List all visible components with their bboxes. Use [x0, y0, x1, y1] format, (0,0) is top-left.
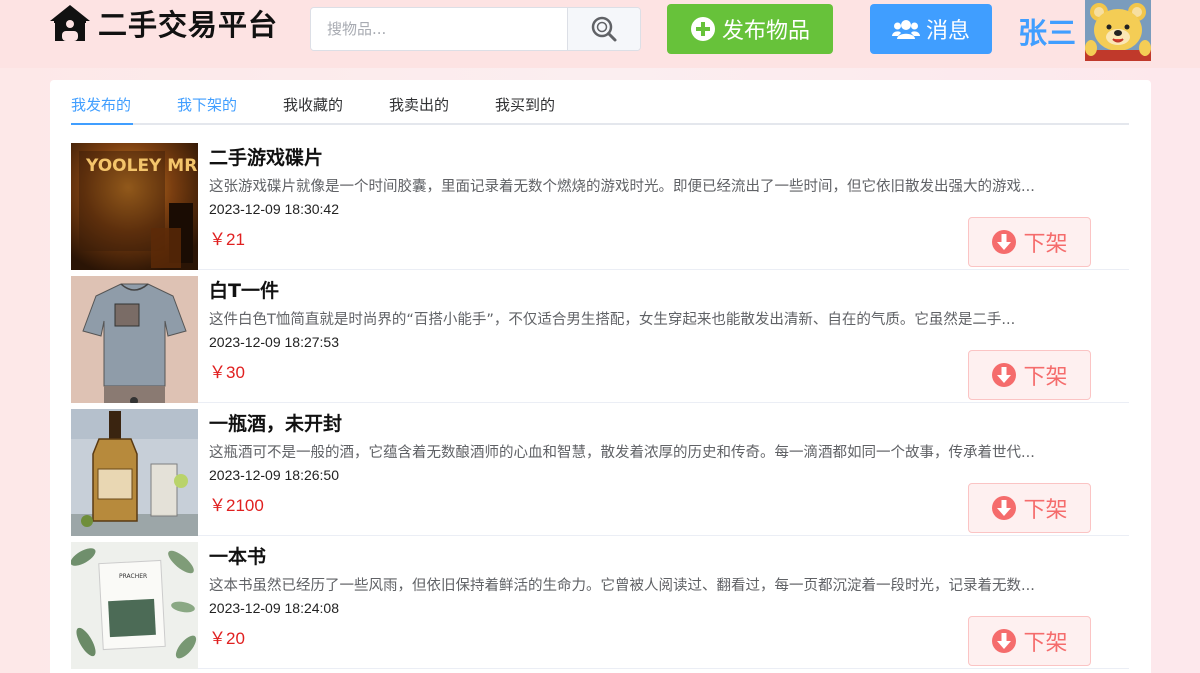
delist-button[interactable]: 下架	[968, 350, 1091, 400]
users-icon	[891, 20, 920, 39]
item-description: 这瓶酒可不是一般的酒，它蕴含着无数酿酒师的心血和智慧，散发着浓厚的历史和传奇。每…	[209, 445, 1035, 461]
item-thumbnail[interactable]: YOOLEY MRBIEM	[71, 143, 198, 270]
delist-button-label: 下架	[1023, 498, 1068, 523]
t-shirt-image	[71, 276, 198, 403]
item-timestamp: 2023-12-09 18:24:08	[209, 600, 339, 616]
search-button[interactable]	[567, 8, 640, 50]
delist-button[interactable]: 下架	[968, 483, 1091, 533]
delist-button-label: 下架	[1023, 232, 1068, 257]
list-item[interactable]: 白T一件 这件白色T恤简直就是时尚界的“百搭小能手”，不仅适合男生搭配，女生穿起…	[71, 270, 1129, 403]
item-price: ￥20	[209, 629, 245, 648]
download-circle-icon	[992, 496, 1017, 520]
tab-my-sold[interactable]: 我卖出的	[389, 94, 449, 115]
search-input[interactable]	[311, 8, 569, 50]
site-title: 二手交易平台	[98, 8, 279, 42]
item-title[interactable]: 一本书	[209, 542, 266, 569]
message-button-label: 消息	[925, 19, 970, 44]
item-timestamp: 2023-12-09 18:26:50	[209, 467, 339, 483]
item-title[interactable]: 白T一件	[209, 276, 279, 303]
home-icon	[50, 5, 90, 41]
item-thumbnail[interactable]	[71, 409, 198, 536]
delist-button[interactable]: 下架	[968, 616, 1091, 666]
publish-button[interactable]: 发布物品	[667, 4, 833, 54]
tab-my-delisted[interactable]: 我下架的	[177, 94, 237, 115]
site-logo[interactable]: 二手交易平台	[48, 2, 278, 44]
tab-my-bought[interactable]: 我买到的	[495, 94, 555, 115]
item-price: ￥30	[209, 363, 245, 382]
bear-avatar-image	[1085, 0, 1151, 61]
add-circle-icon	[690, 17, 715, 41]
delist-button[interactable]: 下架	[968, 217, 1091, 267]
message-button[interactable]: 消息	[870, 4, 992, 54]
download-circle-icon	[992, 363, 1017, 387]
main-card: 我发布的 我下架的 我收藏的 我卖出的 我买到的 YOOLEY MRBIEM	[50, 80, 1151, 673]
tab-my-favorites[interactable]: 我收藏的	[283, 94, 343, 115]
tab-bar: 我发布的 我下架的 我收藏的 我卖出的 我买到的	[71, 80, 1129, 125]
tab-my-published[interactable]: 我发布的	[71, 94, 131, 115]
item-title[interactable]: 一瓶酒，未开封	[209, 409, 342, 436]
top-header: 二手交易平台 发布物品 消息 张三	[0, 0, 1200, 68]
list-item[interactable]: 一瓶酒，未开封 这瓶酒可不是一般的酒，它蕴含着无数酿酒师的心血和智慧，散发着浓厚…	[71, 403, 1129, 536]
item-description: 这件白色T恤简直就是时尚界的“百搭小能手”，不仅适合男生搭配，女生穿起来也能散发…	[209, 312, 1016, 328]
search-icon	[591, 16, 617, 42]
item-description: 这张游戏碟片就像是一个时间胶囊，里面记录着无数个燃烧的游戏时光。即便已经流出了一…	[209, 179, 1035, 195]
svg-text:PRACHER: PRACHER	[119, 573, 147, 580]
item-timestamp: 2023-12-09 18:30:42	[209, 201, 339, 217]
item-title[interactable]: 二手游戏碟片	[209, 143, 323, 170]
wine-bottle-image	[71, 409, 198, 536]
game-disc-image: YOOLEY MRBIEM	[71, 143, 198, 270]
active-tab-indicator	[71, 123, 133, 125]
item-timestamp: 2023-12-09 18:27:53	[209, 334, 339, 350]
download-circle-icon	[992, 629, 1017, 653]
username[interactable]: 张三	[1018, 10, 1076, 52]
item-thumbnail[interactable]: PRACHER	[71, 542, 198, 669]
delist-button-label: 下架	[1023, 631, 1068, 656]
delist-button-label: 下架	[1023, 365, 1068, 390]
avatar[interactable]	[1085, 0, 1151, 61]
item-description: 这本书虽然已经历了一些风雨，但依旧保持着鲜活的生命力。它曾被人阅读过、翻看过，每…	[209, 578, 1035, 594]
book-image: PRACHER	[71, 542, 198, 669]
download-circle-icon	[992, 230, 1017, 254]
svg-text:YOOLEY MRBIEM: YOOLEY MRBIEM	[85, 156, 198, 176]
search-box	[310, 7, 641, 51]
item-price: ￥21	[209, 230, 245, 249]
list-item[interactable]: YOOLEY MRBIEM 二手游戏碟片 这张游戏碟片就像是一个时间胶囊，里面记…	[71, 137, 1129, 270]
publish-button-label: 发布物品	[721, 19, 810, 44]
item-thumbnail[interactable]	[71, 276, 198, 403]
item-price: ￥2100	[209, 496, 264, 515]
list-item[interactable]: PRACHER 一本书 这本书虽然已经历了一些风雨，但依旧保持着鲜活的生命力。它…	[71, 536, 1129, 669]
